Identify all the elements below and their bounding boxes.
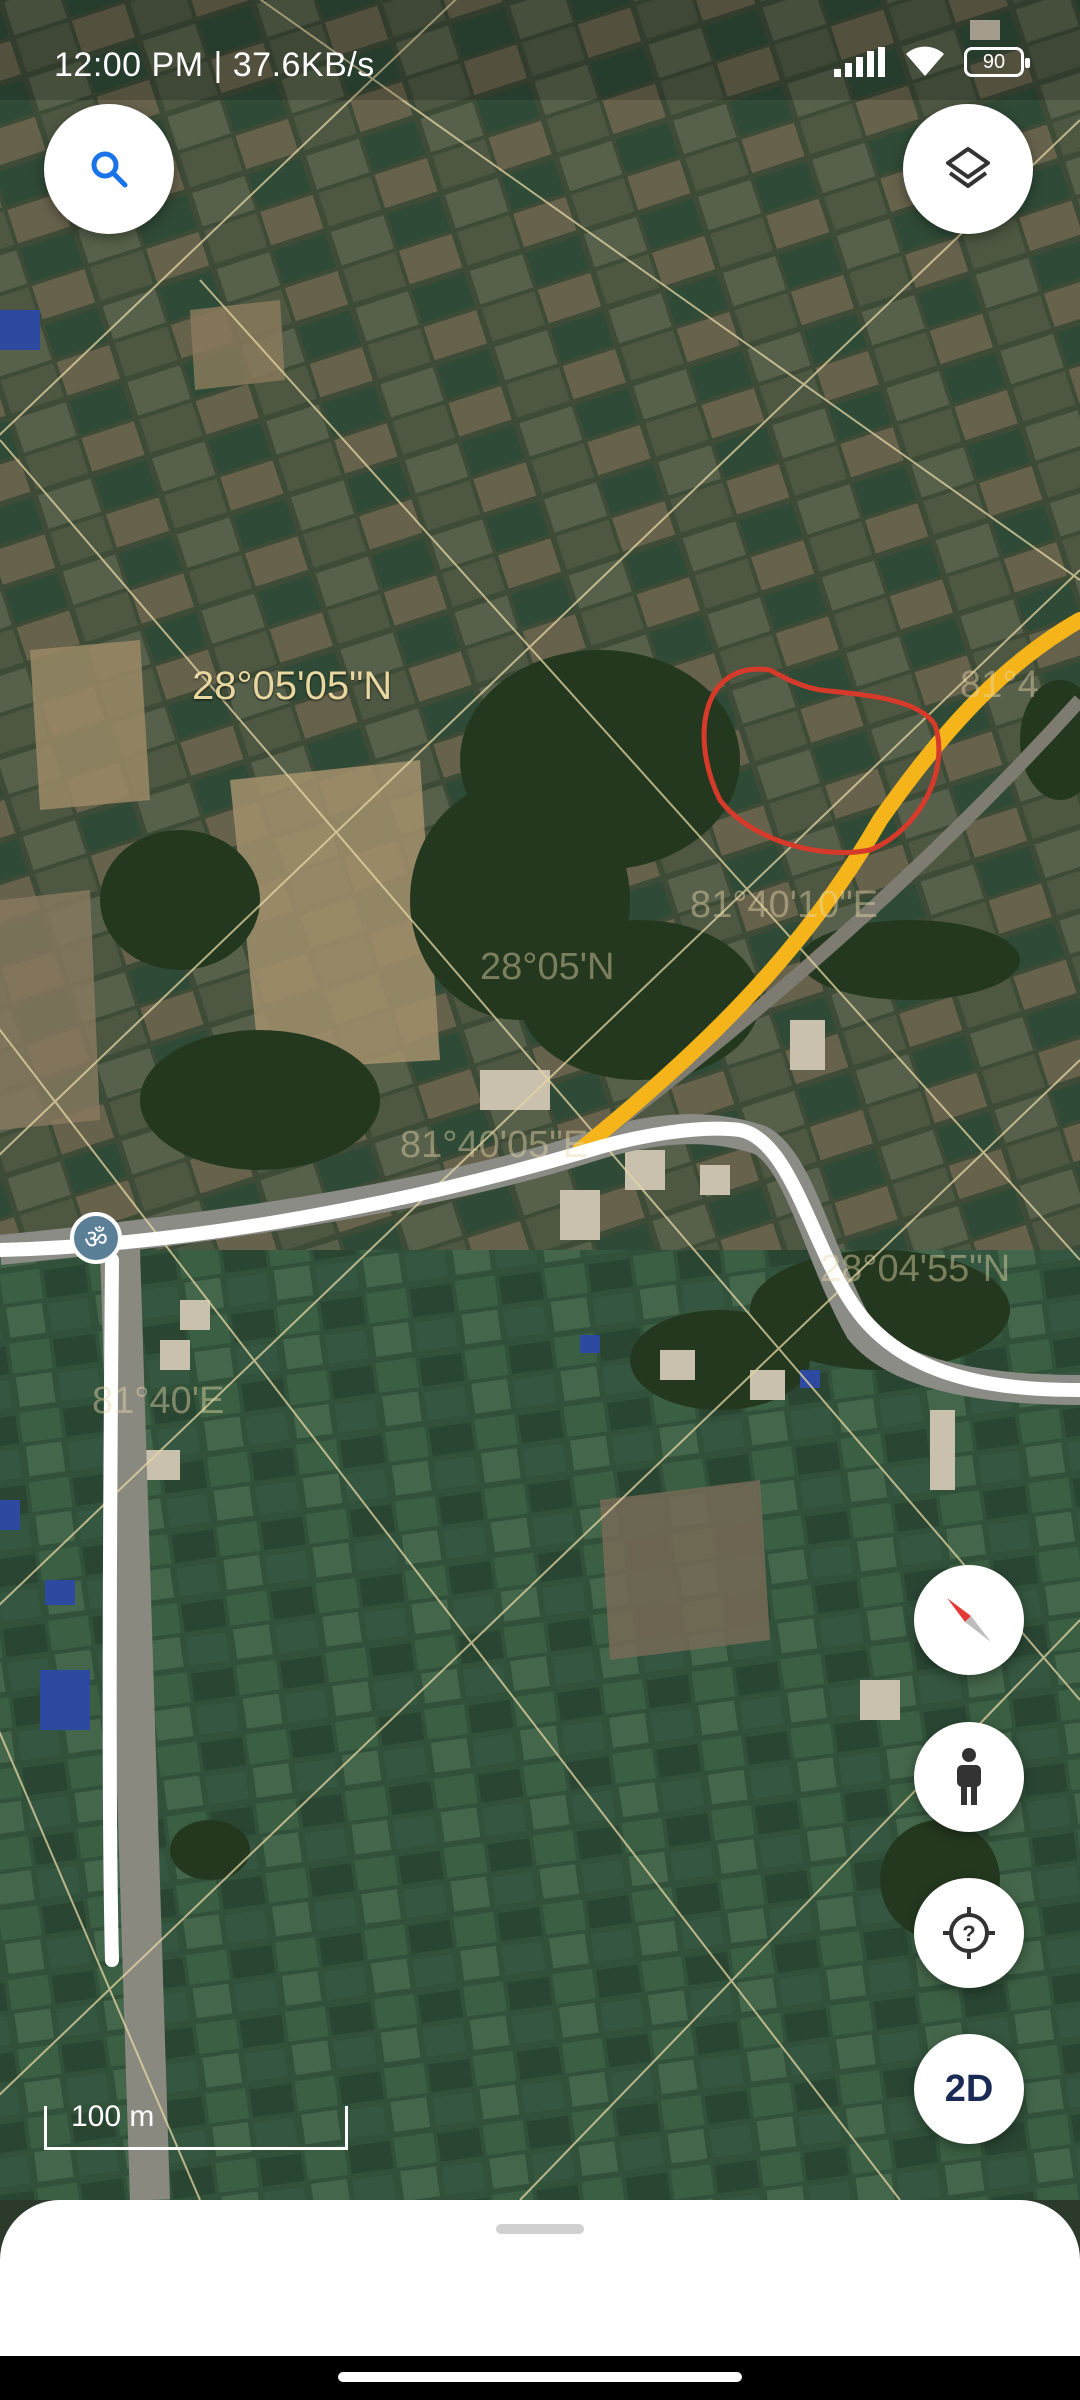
wifi-icon [906,46,944,76]
status-time-speed: 12:00 PM | 37.6KB/s [54,46,375,84]
place-marker-temple[interactable]: ॐ [70,1212,122,1264]
search-button[interactable] [44,104,174,234]
layers-button[interactable] [903,104,1033,234]
my-location-button[interactable]: ? [914,1878,1024,1988]
compass-icon [947,1598,991,1642]
system-nav-bar [0,2356,1080,2400]
om-icon: ॐ [84,1224,108,1254]
street-view-button[interactable] [914,1722,1024,1832]
view-mode-label: 2D [944,2067,994,2110]
home-gesture-bar[interactable] [338,2372,742,2382]
sheet-drag-handle[interactable] [496,2224,584,2234]
status-icons: 90 [834,46,1030,78]
status-bar: 12:00 PM | 37.6KB/s 90 [0,0,1080,100]
longitude-label: 81°4 [960,664,1039,706]
pegman-icon [957,1748,981,1805]
longitude-label: 81°40'05"E [400,1124,589,1166]
my-location-icon: ? [943,1907,995,1959]
longitude-label: 81°40'10"E [690,884,879,926]
latitude-label: 28°05'05"N [192,664,393,708]
map-imagery [0,0,1080,2200]
compass-button[interactable] [914,1565,1024,1675]
view-mode-toggle-button[interactable]: 2D [914,2034,1024,2144]
search-icon [91,151,128,188]
layers-icon [946,147,990,188]
latitude-label: 28°05'N [480,946,615,988]
battery-icon: 90 [964,47,1030,77]
longitude-label: 81°40'E [92,1380,225,1422]
signal-icon [834,47,885,77]
scale-label: 100 m [71,2100,155,2133]
satellite-map[interactable]: 28°05'05"N 81°4 81°40'10"E 28°05'N 81°40… [0,0,1080,2200]
scale-bar: 100 m [44,2100,348,2150]
latitude-label: 28°04'55"N [820,1248,1011,1290]
battery-level: 90 [982,50,1006,73]
svg-text:?: ? [962,1921,975,1946]
